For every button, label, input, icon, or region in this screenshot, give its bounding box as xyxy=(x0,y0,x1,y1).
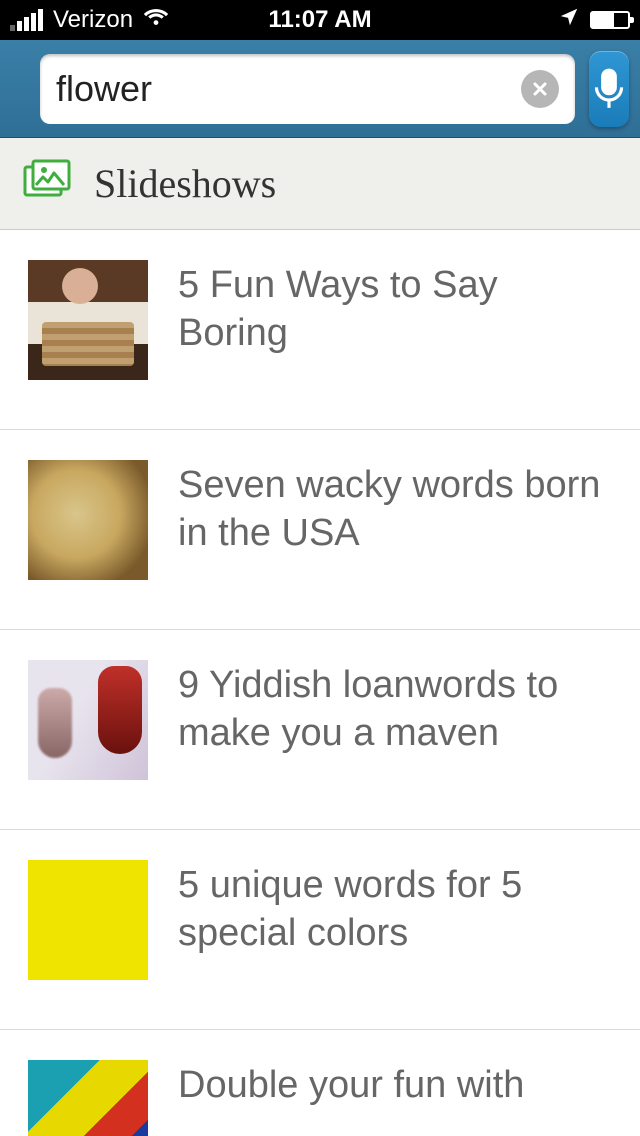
carrier-label: Verizon xyxy=(53,6,133,34)
search-input[interactable] xyxy=(56,68,521,110)
app-header xyxy=(0,40,640,138)
section-header: Slideshows xyxy=(0,138,640,230)
item-title: 5 unique words for 5 special colors xyxy=(178,860,616,957)
list-item[interactable]: Seven wacky words born in the USA xyxy=(0,430,640,630)
clear-search-button[interactable] xyxy=(521,70,559,108)
thumbnail xyxy=(28,660,148,780)
battery-icon xyxy=(590,11,630,29)
clock: 11:07 AM xyxy=(268,6,371,34)
item-title: 9 Yiddish loanwords to make you a maven xyxy=(178,660,616,757)
voice-search-button[interactable] xyxy=(589,51,629,127)
slideshow-list: 5 Fun Ways to Say Boring Seven wacky wor… xyxy=(0,230,640,1136)
list-item[interactable]: Double your fun with xyxy=(0,1030,640,1136)
item-title: Double your fun with xyxy=(178,1060,616,1110)
thumbnail xyxy=(28,260,148,380)
thumbnail xyxy=(28,460,148,580)
list-item[interactable]: 9 Yiddish loanwords to make you a maven xyxy=(0,630,640,830)
menu-button[interactable] xyxy=(14,57,26,121)
section-title: Slideshows xyxy=(94,160,276,207)
list-item[interactable]: 5 Fun Ways to Say Boring xyxy=(0,230,640,430)
item-title: Seven wacky words born in the USA xyxy=(178,460,616,557)
search-field-wrap[interactable] xyxy=(40,54,575,124)
signal-icon xyxy=(10,9,43,31)
status-bar: Verizon 11:07 AM xyxy=(0,0,640,40)
location-icon xyxy=(558,6,580,35)
slideshows-icon xyxy=(22,159,72,208)
thumbnail xyxy=(28,1060,148,1136)
item-title: 5 Fun Ways to Say Boring xyxy=(178,260,616,357)
list-item[interactable]: 5 unique words for 5 special colors xyxy=(0,830,640,1030)
thumbnail xyxy=(28,860,148,980)
wifi-icon xyxy=(143,6,169,34)
